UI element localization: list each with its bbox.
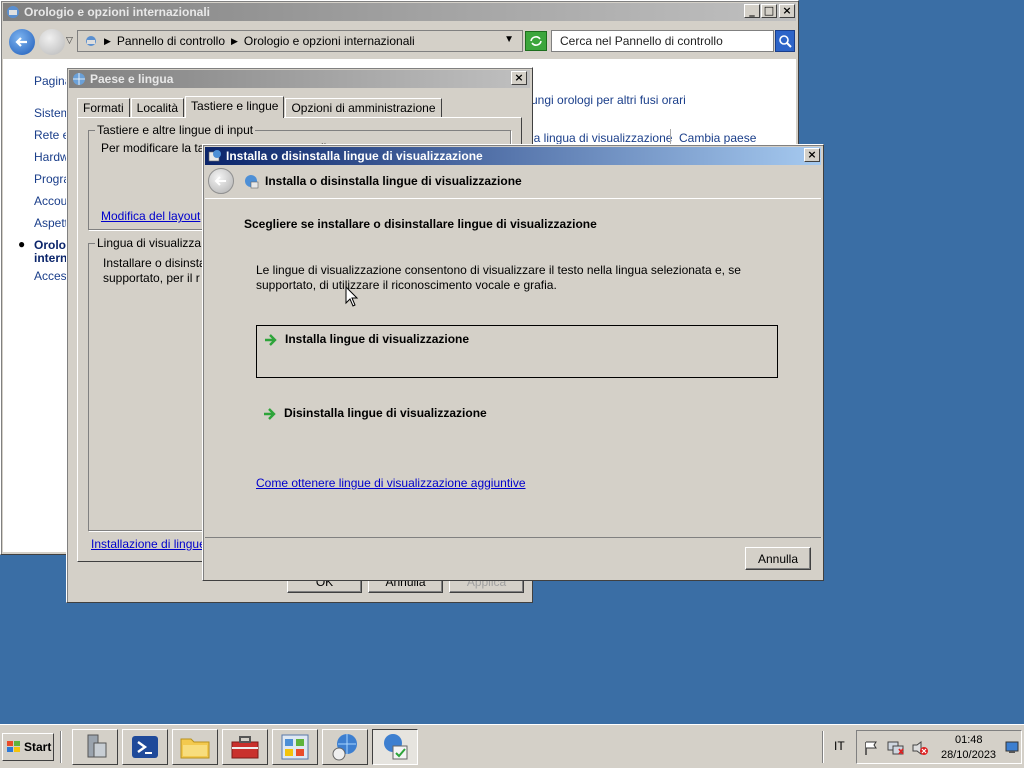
green-arrow-icon [265,334,277,346]
breadcrumb-item-1[interactable]: Pannello di controllo [117,34,225,48]
tab-location[interactable]: Località [130,98,185,117]
sidebar-item-clock-2[interactable]: intern [34,251,67,265]
language-indicator[interactable]: IT [834,739,845,753]
display-language-label: Lingua di visualizza [95,236,204,250]
region-titlebar[interactable]: Paese e lingua [69,70,530,88]
wizard-header: Installa o disinstalla lingue di visuali… [205,166,821,198]
show-desktop-icon[interactable] [1005,741,1019,753]
install-languages-link[interactable]: Installazione di lingue [91,537,206,551]
control-panel-small-icon [86,36,96,46]
explorer-button[interactable] [172,729,218,765]
back-arrow-icon [214,176,226,186]
region-close-button[interactable]: × [511,71,527,85]
install-close-button[interactable]: × [804,148,820,162]
server-manager-icon [87,734,107,758]
taskbar: Start IT 01:48 28/10/2023 [0,724,1024,768]
wizard-header-title: Installa o disinstalla lingue di visuali… [265,174,522,188]
cp-titlebar[interactable]: Orologio e opzioni internazionali [3,3,796,21]
server-manager-button[interactable] [72,729,118,765]
install-titlebar[interactable]: Installa o disinstalla lingue di visuali… [205,147,821,165]
mouse-cursor-icon [345,286,359,307]
flag-icon[interactable] [863,740,879,756]
display-language-text-1: Installare o disinsta [103,256,206,270]
forward-button[interactable] [39,29,65,55]
taskbar-separator [60,731,62,763]
uninstall-languages-label: Disinstalla lingue di visualizzazione [284,406,487,420]
clock-date[interactable]: 28/10/2023 [941,749,996,761]
language-globe-icon [245,175,259,189]
system-tray: 01:48 28/10/2023 [856,730,1022,764]
search-placeholder: Cerca nel Pannello di controllo [560,34,723,48]
more-languages-link[interactable]: Come ottenere lingue di visualizzazione … [256,476,526,490]
install-languages-label: Installa lingue di visualizzazione [285,332,470,346]
install-title: Installa o disinstalla lingue di visuali… [226,149,483,163]
powershell-icon [132,736,158,758]
install-languages-taskbar-button[interactable] [372,729,418,765]
breadcrumb-sep-icon[interactable]: ▶ [231,36,238,47]
control-panel-taskbar-button[interactable] [272,729,318,765]
folder-icon [180,738,210,759]
wizard-description: Le lingue di visualizzazione consentono … [256,263,741,292]
globe-clock-icon [332,734,357,761]
display-language-text-2: supportato, per il r [103,271,200,285]
toolbox-button[interactable] [222,729,268,765]
address-toolbar: ▽ ▶ Pannello di controllo ▶ Orologio e o… [3,23,796,59]
sidebar-bullet-icon: ● [18,237,26,251]
search-input[interactable]: Cerca nel Pannello di controllo [551,30,774,52]
maximize-button[interactable]: □ [761,4,777,18]
wizard-heading: Scegliere se installare o disinstallare … [244,217,597,231]
back-button[interactable] [9,29,35,55]
search-button[interactable] [775,30,795,52]
refresh-icon [530,36,542,46]
tab-keyboards[interactable]: Tastiere e lingue [185,96,285,118]
sidebar-item-network[interactable]: Rete e [34,128,69,142]
globe-icon [73,73,85,85]
add-clocks-link[interactable]: ungi orologi per altri fusi orari [531,93,686,107]
start-label: Start [24,740,52,754]
install-languages-dialog: Installa o disinstalla lingue di visuali… [202,144,824,581]
close-button[interactable]: × [779,4,795,18]
tab-administrative[interactable]: Opzioni di amministrazione [285,98,442,117]
tray-separator [822,731,824,763]
address-dropdown-icon[interactable]: ▼ [504,34,514,45]
install-cancel-button[interactable]: Annulla [745,547,811,570]
change-display-language-link[interactable]: ia lingua di visualizzazione [531,131,672,145]
install-languages-option[interactable]: Installa lingue di visualizzazione [256,325,778,378]
search-icon [779,35,792,48]
link-separator [670,129,671,145]
toolbox-icon [231,736,259,759]
address-bar[interactable]: ▶ Pannello di controllo ▶ Orologio e opz… [77,30,523,52]
clock-time[interactable]: 01:48 [955,734,983,746]
minimize-button[interactable]: _ [744,4,760,18]
start-button[interactable]: Start [2,733,54,761]
cp-title: Orologio e opzioni internazionali [24,5,210,19]
control-panel-icon [7,6,19,18]
region-tabs: Formati Località Tastiere e lingue Opzio… [77,96,443,118]
breadcrumb-sep-icon[interactable]: ▶ [104,36,111,47]
modify-layout-link[interactable]: Modifica del layout [101,209,200,223]
language-globe-icon [384,734,408,760]
refresh-button[interactable] [525,31,547,51]
change-country-link[interactable]: Cambia paese [679,131,756,145]
breadcrumb-item-2[interactable]: Orologio e opzioni internazionali [244,34,415,48]
history-chevron-icon[interactable]: ▽ [66,35,73,46]
input-languages-text: Per modificare la ta [101,141,205,155]
green-arrow-icon [264,408,276,420]
tab-formats[interactable]: Formati [77,98,130,117]
input-languages-label: Tastiere e altre lingue di input [95,123,256,137]
language-globe-icon [208,150,221,162]
back-arrow-icon [15,37,27,47]
wizard-body: Scegliere se installare o disinstallare … [205,198,821,538]
windows-logo-icon [7,741,20,752]
network-icon[interactable] [887,740,905,756]
volume-icon[interactable] [911,740,929,756]
powershell-button[interactable] [122,729,168,765]
wizard-back-button[interactable] [208,168,234,194]
uninstall-languages-option[interactable]: Disinstalla lingue di visualizzazione [256,399,778,429]
region-title: Paese e lingua [90,72,174,86]
control-panel-icon [281,734,309,760]
region-taskbar-button[interactable] [322,729,368,765]
